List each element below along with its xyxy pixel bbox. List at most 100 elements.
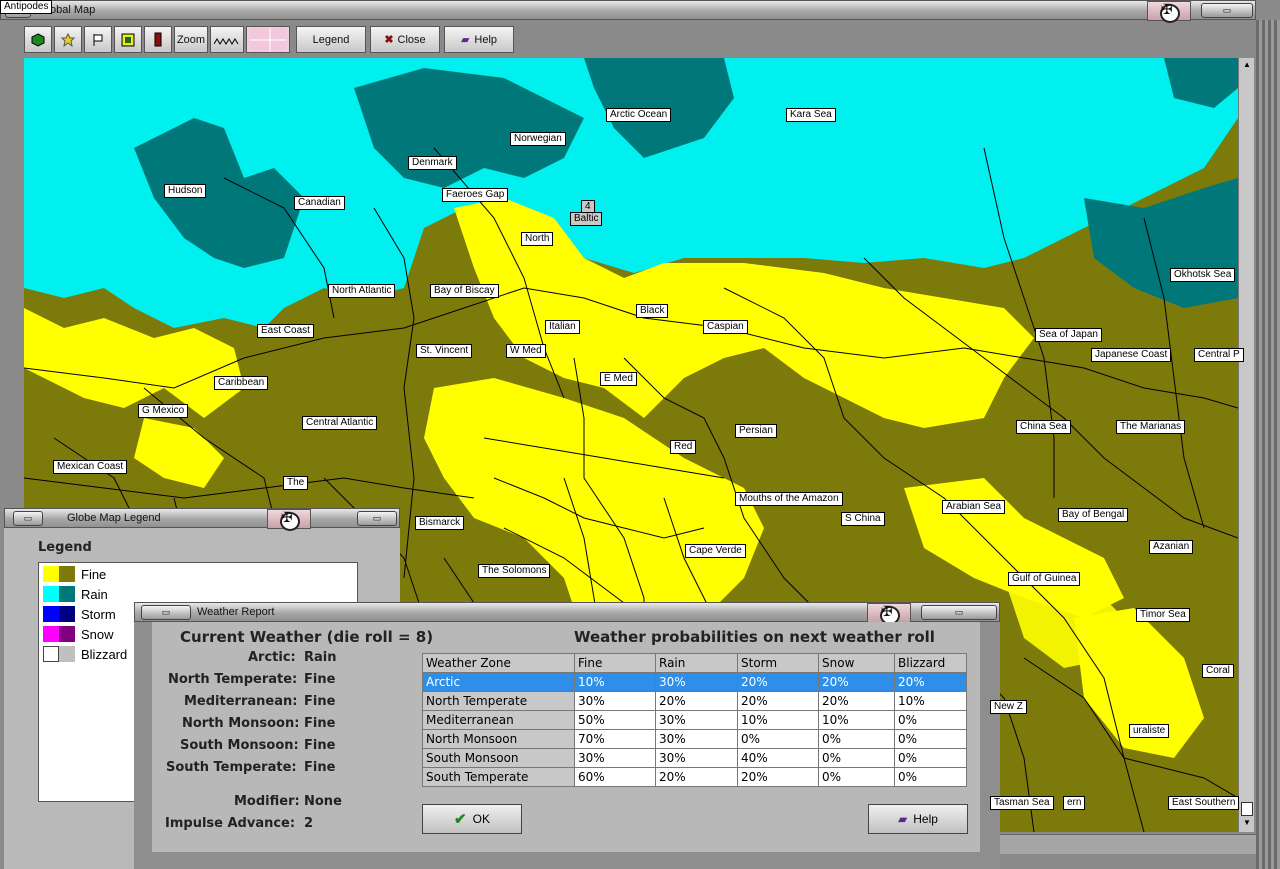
legend-item-rain: Rain xyxy=(43,585,108,603)
sea-area-label[interactable]: Bismarck xyxy=(415,516,465,530)
sea-area-label[interactable]: Bay of Biscay xyxy=(430,284,499,298)
current-zone-label: Arctic: xyxy=(248,650,296,665)
table-row[interactable]: South Temperate 60% 20% 20% 0% 0% xyxy=(422,767,967,787)
legend-titlebar[interactable]: ▭ Globe Map Legend ▭ xyxy=(4,508,400,531)
table-row[interactable]: Mediterranean 50% 30% 10% 10% 0% xyxy=(422,710,967,730)
scroll-thumb[interactable] xyxy=(1241,802,1253,816)
table-row[interactable]: North Monsoon 70% 30% 0% 0% 0% xyxy=(422,729,967,749)
sea-area-label[interactable]: North xyxy=(521,232,554,246)
legend-restore-button[interactable]: ▭ xyxy=(357,511,397,526)
map-vertical-scrollbar[interactable]: ▲ ▼ xyxy=(1238,58,1254,832)
sea-area-label[interactable]: Kara Sea xyxy=(786,108,836,122)
sea-area-label[interactable]: Caspian xyxy=(703,320,748,334)
minimap-button[interactable] xyxy=(246,26,290,53)
weather-restore-button[interactable]: ▭ xyxy=(921,605,997,620)
sea-area-label[interactable]: Hudson xyxy=(164,184,207,198)
table-row[interactable]: South Monsoon 30% 30% 40% 0% 0% xyxy=(422,748,967,768)
sea-area-label[interactable]: Coral xyxy=(1202,664,1234,678)
current-zone-value: Fine xyxy=(304,716,336,731)
column-header[interactable]: Snow xyxy=(818,653,895,673)
sea-area-label[interactable]: S China xyxy=(841,512,885,526)
leader-icon xyxy=(154,32,162,46)
column-header[interactable]: Fine xyxy=(574,653,656,673)
sea-area-label[interactable]: St. Vincent xyxy=(416,344,473,358)
sea-area-label[interactable]: The xyxy=(283,476,309,490)
help-button[interactable]: ▰ Help xyxy=(444,26,514,53)
table-cell-zone: Arctic xyxy=(422,672,575,692)
sea-area-label[interactable]: China Sea xyxy=(1016,420,1071,434)
flag-icon-button[interactable] xyxy=(84,26,112,53)
sea-area-label[interactable]: Central P xyxy=(1194,348,1244,362)
sea-area-label[interactable]: East Southern xyxy=(1168,796,1240,810)
table-cell: 0% xyxy=(818,729,895,749)
sea-area-label[interactable]: Faeroes Gap xyxy=(442,188,509,202)
sea-area-label[interactable]: Mexican Coast xyxy=(53,460,128,474)
table-cell: 20% xyxy=(818,691,895,711)
sea-area-label[interactable]: G Mexico xyxy=(138,404,189,418)
sea-area-label[interactable]: Arabian Sea xyxy=(942,500,1006,514)
sea-area-label[interactable]: Black xyxy=(636,304,669,318)
impulse-advance-label: Impulse Advance: xyxy=(165,816,296,831)
weather-help-button[interactable]: ▰ Help xyxy=(868,804,968,834)
column-header[interactable]: Blizzard xyxy=(894,653,967,673)
sea-area-label[interactable]: ern xyxy=(1063,796,1086,810)
leader-icon-button[interactable] xyxy=(144,26,172,53)
table-cell: 30% xyxy=(574,691,656,711)
sea-area-label[interactable]: uraliste xyxy=(1129,724,1170,738)
sea-area-label[interactable]: Baltic xyxy=(570,212,603,226)
current-weather-heading: Current Weather (die roll = 8) xyxy=(180,628,434,646)
star-icon-button[interactable] xyxy=(54,26,82,53)
unit-icon-button[interactable] xyxy=(114,26,142,53)
sea-area-label[interactable]: Red xyxy=(670,440,697,454)
terrain-icon-button[interactable] xyxy=(210,26,244,53)
sea-area-label[interactable]: Sea of Japan xyxy=(1035,328,1102,342)
sea-area-label[interactable]: New Z xyxy=(990,700,1027,714)
ok-button[interactable]: ✔ OK xyxy=(422,804,522,834)
sea-area-label[interactable]: Central Atlantic xyxy=(302,416,378,430)
sea-area-label[interactable]: Denmark xyxy=(408,156,457,170)
sea-area-label[interactable]: The Solomons xyxy=(478,564,551,578)
sea-area-label[interactable]: Cape Verde xyxy=(685,544,746,558)
sea-area-label[interactable]: Gulf of Guinea xyxy=(1008,572,1081,586)
sea-area-label[interactable]: E Med xyxy=(600,372,637,386)
sea-area-label[interactable]: Azanian xyxy=(1149,540,1194,554)
sea-area-label[interactable]: Arctic Ocean xyxy=(606,108,672,122)
sea-area-label[interactable]: W Med xyxy=(506,344,546,358)
sea-area-label[interactable]: Tasman Sea xyxy=(990,796,1054,810)
restore-button[interactable]: ▭ xyxy=(1201,3,1253,18)
column-header[interactable]: Rain xyxy=(655,653,738,673)
sea-area-label[interactable]: Japanese Coast xyxy=(1091,348,1172,362)
sea-area-label[interactable]: East Coast xyxy=(257,324,314,338)
hex-icon-button[interactable] xyxy=(24,26,52,53)
table-cell-zone: South Temperate xyxy=(422,767,575,787)
sea-area-label[interactable]: North Atlantic xyxy=(328,284,396,298)
sea-area-label[interactable]: The Marianas xyxy=(1116,420,1186,434)
scroll-down-arrow-icon[interactable]: ▼ xyxy=(1241,818,1253,830)
column-header[interactable]: Storm xyxy=(737,653,819,673)
sea-area-label[interactable]: Caribbean xyxy=(214,376,269,390)
sea-area-label[interactable]: Timor Sea xyxy=(1136,608,1190,622)
sea-area-label[interactable]: Bay of Bengal xyxy=(1058,508,1129,522)
table-cell: 60% xyxy=(574,767,656,787)
weather-probability-table[interactable]: Weather Zone Fine Rain Storm Snow Blizza… xyxy=(422,653,967,787)
scroll-up-arrow-icon[interactable]: ▲ xyxy=(1241,60,1253,72)
sea-area-label[interactable]: Italian xyxy=(545,320,580,334)
sea-area-label[interactable]: Antipodes xyxy=(0,0,53,14)
table-cell: 20% xyxy=(737,672,819,692)
close-button[interactable]: ✖ Close xyxy=(370,26,440,53)
table-row[interactable]: North Temperate 30% 20% 20% 20% 10% xyxy=(422,691,967,711)
sea-area-label[interactable]: Okhotsk Sea xyxy=(1170,268,1236,282)
table-row[interactable]: Arctic 10% 30% 20% 20% 20% xyxy=(422,672,967,692)
sea-area-label[interactable]: Persian xyxy=(735,424,777,438)
weather-report-titlebar[interactable]: ▭ Weather Report ▭ xyxy=(134,602,1000,625)
zoom-button[interactable]: Zoom xyxy=(174,26,208,53)
legend-minimize-button[interactable]: ▭ xyxy=(13,511,43,526)
column-header[interactable]: Weather Zone xyxy=(422,653,575,673)
weather-minimize-button[interactable]: ▭ xyxy=(141,605,191,620)
legend-button[interactable]: Legend xyxy=(296,26,366,53)
sea-area-label[interactable]: Canadian xyxy=(294,196,345,210)
global-map-titlebar[interactable]: ▭ Global Map ▭ xyxy=(0,0,1256,23)
table-cell: 0% xyxy=(894,748,967,768)
sea-area-label[interactable]: Mouths of the Amazon xyxy=(735,492,843,506)
sea-area-label[interactable]: Norwegian xyxy=(510,132,566,146)
